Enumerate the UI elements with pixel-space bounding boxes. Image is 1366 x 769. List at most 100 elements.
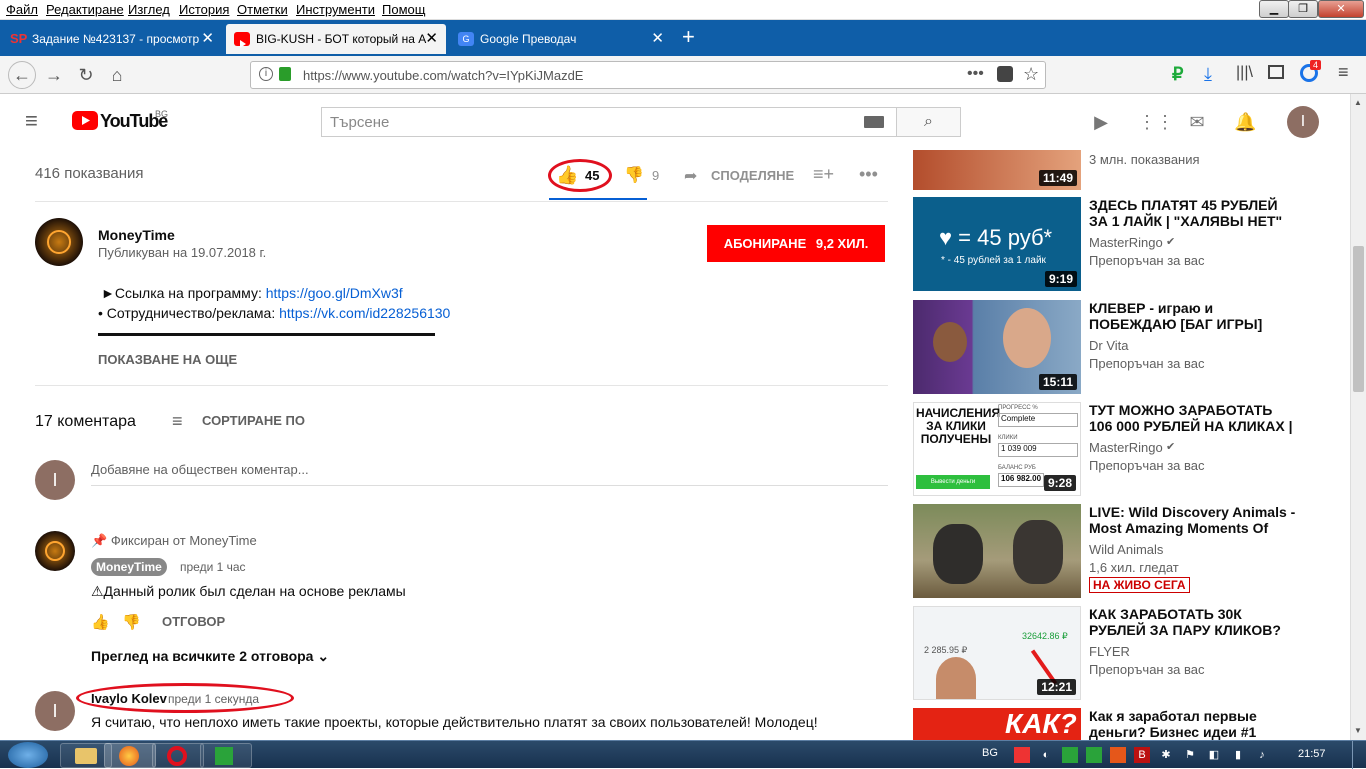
subscribe-button[interactable]: АБОНИРАНЕ 9,2 ХИЛ. — [707, 225, 885, 262]
menu-history[interactable]: История — [179, 2, 229, 17]
app-taskbar-button[interactable] — [200, 743, 252, 768]
reply-button[interactable]: ОТГОВОР — [162, 614, 225, 629]
tray-app-icon[interactable]: ◧ — [1206, 747, 1222, 763]
firefox-taskbar-button[interactable] — [104, 743, 156, 768]
opera-taskbar-button[interactable] — [152, 743, 204, 768]
tab-task[interactable]: SP Задание №423137 - просмотр ✕ — [2, 24, 222, 54]
create-video-icon[interactable]: ▶ — [1090, 112, 1112, 134]
library-icon[interactable]: |||\ — [1236, 64, 1253, 82]
hamburger-menu-icon[interactable]: ≡ — [25, 108, 38, 134]
folder-icon — [75, 748, 97, 764]
page-actions-icon[interactable]: ••• — [967, 65, 984, 83]
menu-edit[interactable]: Редактиране — [46, 2, 124, 17]
home-icon[interactable]: ⌂ — [105, 63, 129, 87]
info-icon[interactable]: i — [259, 67, 273, 81]
firefox-icon — [119, 746, 139, 766]
commenter-avatar[interactable] — [35, 531, 75, 571]
green-app-icon — [215, 747, 233, 765]
channel-avatar[interactable] — [35, 218, 83, 266]
language-indicator[interactable]: BG — [982, 747, 998, 759]
bluetooth-icon[interactable]: ✱ — [1158, 747, 1174, 763]
volume-icon[interactable]: ♪ — [1254, 747, 1270, 763]
menu-bookmarks[interactable]: Отметки — [237, 2, 288, 17]
sidebar-video-5[interactable]: 2 285.95 ₽ 32642.86 ₽ 12:21 КАК ЗАРАБОТА… — [913, 606, 1333, 702]
add-comment-input[interactable]: Добавяне на обществен коментар... — [91, 460, 888, 486]
sidebar-video-4[interactable]: LIVE: Wild Discovery Animals - Most Amaz… — [913, 504, 1333, 600]
sidebar-video-3[interactable]: НАЧИСЛЕНИЯ ЗА КЛИКИ ПОЛУЧЕНЫ ПРОГРЕСС % … — [913, 402, 1333, 498]
search-input[interactable]: Търсене — [321, 107, 897, 137]
video-title: LIVE: Wild Discovery Animals - Most Amaz… — [1089, 504, 1296, 536]
forward-arrow-icon[interactable]: → — [42, 63, 66, 87]
url-text[interactable]: https://www.youtube.com/watch?v=IYpKiJMa… — [303, 68, 583, 83]
new-tab-button[interactable]: + — [682, 24, 695, 50]
tray-b-icon[interactable]: B — [1134, 747, 1150, 763]
sidebar-icon[interactable] — [1268, 65, 1284, 79]
tray-orange-icon[interactable] — [1110, 747, 1126, 763]
close-tab-icon[interactable]: ✕ — [201, 24, 214, 54]
clock[interactable]: 21:57 — [1298, 748, 1326, 760]
open-menu-icon[interactable]: ≡ — [1338, 62, 1349, 83]
show-more-button[interactable]: ПОКАЗВАНЕ НА ОЩЕ — [98, 352, 237, 367]
tray-sp-icon[interactable] — [1014, 747, 1030, 763]
close-tab-icon[interactable]: ✕ — [425, 24, 438, 54]
pinned-indicator: 📌 Фиксиран от MoneyTime — [91, 533, 257, 549]
more-actions-icon[interactable]: ••• — [859, 164, 878, 185]
video-meta: Препоръчан за вас — [1089, 356, 1205, 371]
menu-view[interactable]: Изглед — [128, 2, 170, 17]
vk-link[interactable]: https://vk.com/id228256130 — [279, 305, 450, 321]
notification-badge: 4 — [1310, 60, 1322, 70]
page-scrollbar[interactable]: ▲ ▼ — [1350, 94, 1366, 740]
scrollbar-thumb[interactable] — [1353, 246, 1364, 392]
comment-like-icon[interactable]: 👍 — [91, 613, 110, 631]
account-avatar[interactable]: I — [1287, 106, 1319, 138]
download-icon[interactable]: ⤓ — [1204, 64, 1212, 85]
program-link[interactable]: https://goo.gl/DmXw3f — [266, 285, 403, 301]
divider — [35, 385, 888, 386]
channel-name[interactable]: MoneyTime — [98, 227, 175, 243]
reload-icon[interactable]: ↻ — [74, 63, 98, 87]
scroll-down-icon[interactable]: ▼ — [1354, 726, 1362, 735]
commenter-avatar[interactable]: I — [35, 691, 75, 731]
restore-button[interactable]: ❐ — [1288, 0, 1318, 18]
tab-google-translate[interactable]: G Google Преводач ✕ — [450, 24, 672, 54]
description-text: • Сотрудничество/реклама: — [98, 305, 280, 321]
view-replies-button[interactable]: Преглед на всичките 2 отговора ⌄ — [91, 648, 329, 665]
video-duration: 12:21 — [1037, 679, 1076, 695]
pocket-icon[interactable] — [997, 66, 1013, 82]
network-icon[interactable]: ▮ — [1230, 747, 1246, 763]
start-button[interactable] — [8, 742, 48, 768]
show-desktop-button[interactable] — [1352, 741, 1366, 769]
tray-green-icon[interactable] — [1086, 747, 1102, 763]
messages-icon[interactable]: ✉ — [1186, 112, 1208, 134]
back-arrow-icon[interactable]: ← — [8, 61, 36, 89]
sidebar-video-0[interactable]: 11:49 3 млн. показвания — [913, 150, 1333, 190]
tab-youtube[interactable]: BIG-KUSH - БОТ который на А ✕ — [226, 24, 446, 54]
keyboard-icon[interactable] — [864, 116, 884, 128]
sidebar-video-2[interactable]: 15:11 КЛЕВЕР - играю и ПОБЕЖДАЮ [БАГ ИГР… — [913, 300, 1333, 396]
tray-green-icon[interactable] — [1062, 747, 1078, 763]
menu-tools[interactable]: Инструменти — [296, 2, 375, 17]
search-button[interactable]: ⌕ — [896, 107, 961, 137]
comment-dislike-icon[interactable]: 👎 — [122, 613, 141, 631]
comment-author-badge[interactable]: MoneyTime — [91, 558, 167, 576]
close-window-button[interactable]: ✕ — [1318, 0, 1364, 18]
add-to-playlist-icon[interactable]: ≡+ — [813, 164, 834, 185]
ruble-extension-icon[interactable]: ₽ — [1172, 64, 1183, 85]
minimize-button[interactable]: ▁ — [1259, 0, 1289, 18]
view-count: 416 показвания — [35, 165, 144, 182]
sidebar-video-1[interactable]: ♥ = 45 руб* * - 45 рублей за 1 лайк 9:19… — [913, 197, 1333, 293]
action-center-flag-icon[interactable]: ⚑ — [1182, 747, 1198, 763]
url-bar[interactable]: i https://www.youtube.com/watch?v=IYpKiJ… — [250, 61, 1046, 89]
apps-grid-icon[interactable]: ⋮⋮ — [1138, 112, 1174, 134]
menu-help[interactable]: Помощ — [382, 2, 425, 17]
sidebar-video-6[interactable]: КАК? Как я заработал первые деньги? Бизн… — [913, 708, 1333, 740]
bookmark-star-icon[interactable]: ☆ — [1023, 64, 1039, 85]
thumbs-down-icon: 👎 — [624, 167, 644, 184]
video-duration: 9:19 — [1044, 271, 1077, 287]
menu-file[interactable]: Файл — [6, 2, 38, 17]
notifications-bell-icon[interactable]: 🔔 — [1234, 112, 1256, 134]
scroll-up-icon[interactable]: ▲ — [1354, 98, 1362, 107]
tray-app-icon[interactable]: ◐ — [1038, 747, 1054, 763]
thumbnail-progress-label: ПРОГРЕСС % — [998, 405, 1038, 411]
close-tab-icon[interactable]: ✕ — [651, 24, 664, 54]
